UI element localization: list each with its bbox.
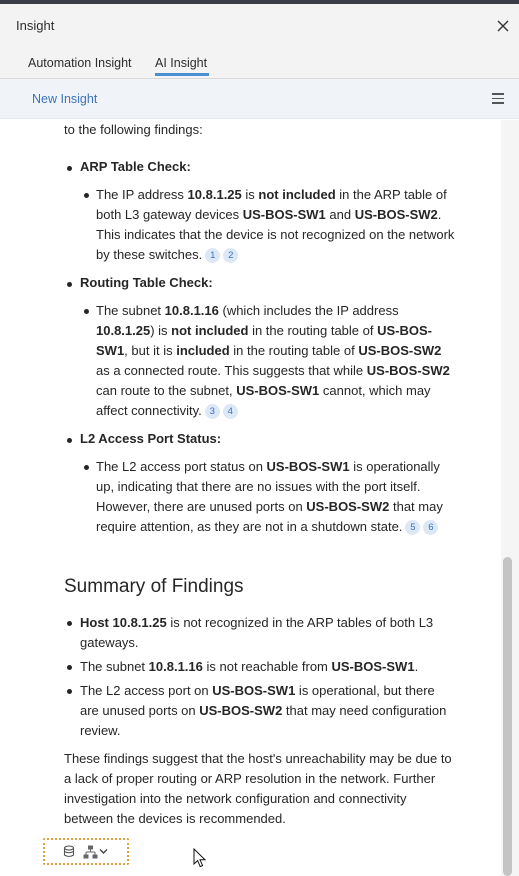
text-fragment: US-BOS-SW1	[212, 683, 296, 698]
insight-content: to the following findings: ARP Table Che…	[0, 120, 500, 876]
section-heading: ARP Table Check:	[80, 159, 191, 174]
text-fragment: (which includes the IP address	[218, 303, 399, 318]
text-fragment: US-BOS-SW2	[354, 207, 438, 222]
text-fragment: , but it is	[124, 343, 177, 358]
list-item: The L2 access port status on US-BOS-SW1 …	[96, 457, 456, 537]
text-fragment: not included	[171, 323, 249, 338]
hamburger-menu-icon[interactable]	[492, 93, 504, 104]
bullet-dot	[84, 465, 89, 470]
list-item: Host 10.8.1.25 is not recognized in the …	[80, 613, 455, 653]
bullet-dot	[67, 621, 72, 626]
text-fragment: The IP address	[96, 187, 188, 202]
text-fragment: included	[176, 343, 230, 358]
text-fragment: US-BOS-SW1	[242, 207, 326, 222]
text-fragment: as a connected route. This suggests that…	[96, 363, 367, 378]
text-fragment: Host 10.8.1.25	[80, 615, 167, 630]
text-fragment: US-BOS-SW1	[266, 459, 350, 474]
text-fragment: The subnet	[80, 659, 149, 674]
database-icon[interactable]	[63, 845, 75, 858]
text-fragment: ) is	[150, 323, 172, 338]
text-fragment: US-BOS-SW2	[358, 343, 442, 358]
tab-ai-insight[interactable]: AI Insight	[155, 56, 207, 70]
text-fragment: is	[241, 187, 259, 202]
text-fragment: The L2 access port on	[80, 683, 213, 698]
citation-ref[interactable]: 1	[205, 248, 221, 263]
citation-ref[interactable]: 6	[423, 520, 439, 535]
text-fragment: US-BOS-SW1	[331, 659, 415, 674]
section-heading: L2 Access Port Status:	[80, 431, 222, 446]
text-fragment: in the routing table of	[229, 343, 359, 358]
text-fragment: and	[325, 207, 355, 222]
panel-header: Insight	[0, 4, 519, 48]
list-item: The IP address 10.8.1.25 is not included…	[96, 185, 456, 265]
text-fragment: US-BOS-SW2	[199, 703, 283, 718]
section-heading: Routing Table Check:	[80, 275, 213, 290]
scrollbar-thumb[interactable]	[503, 557, 512, 876]
mouse-cursor-icon	[193, 848, 207, 868]
bullet-dot	[67, 166, 72, 171]
list-item: The subnet 10.8.1.16 is not reachable fr…	[80, 657, 455, 677]
active-tab-indicator	[155, 73, 209, 76]
text-fragment: is not reachable from	[202, 659, 332, 674]
text-fragment: 10.8.1.16	[148, 659, 203, 674]
list-item: The L2 access port on US-BOS-SW1 is oper…	[80, 681, 455, 741]
text-fragment: US-BOS-SW2	[366, 363, 450, 378]
new-insight-link[interactable]: New Insight	[32, 92, 97, 106]
text-fragment: 10.8.1.25	[96, 323, 151, 338]
bullet-dot	[84, 309, 89, 314]
text-fragment: in the routing table of	[248, 323, 378, 338]
panel-title: Insight	[16, 18, 55, 33]
insight-action-toolbar	[43, 838, 129, 865]
text-fragment: not included	[258, 187, 336, 202]
text-fragment: 10.8.1.25	[187, 187, 242, 202]
text-fragment: US-BOS-SW2	[306, 499, 390, 514]
insight-subheader: New Insight	[0, 79, 519, 119]
citation-ref[interactable]: 3	[204, 404, 220, 419]
summary-heading: Summary of Findings	[64, 576, 244, 597]
bullet-dot	[67, 665, 72, 670]
chevron-down-icon[interactable]	[99, 848, 108, 855]
list-item: The subnet 10.8.1.16 (which includes the…	[96, 301, 456, 421]
topology-icon[interactable]	[83, 845, 98, 859]
text-fragment: US-BOS-SW1	[236, 383, 320, 398]
bullet-dot	[67, 282, 72, 287]
text-fragment: 10.8.1.16	[164, 303, 219, 318]
citation-ref[interactable]: 4	[222, 404, 238, 419]
conclusion-text: These findings suggest that the host's u…	[64, 751, 452, 826]
text-fragment: The subnet	[96, 303, 165, 318]
close-icon[interactable]	[495, 18, 511, 34]
tab-bar: Automation Insight AI Insight	[0, 48, 519, 79]
text-fragment: .	[414, 659, 419, 674]
text-fragment: The L2 access port status on	[96, 459, 267, 474]
citation-ref[interactable]: 2	[223, 248, 239, 263]
bullet-dot	[67, 438, 72, 443]
tab-automation-insight[interactable]: Automation Insight	[28, 56, 132, 70]
bullet-dot	[67, 689, 72, 694]
intro-text: to the following findings:	[64, 122, 203, 137]
text-fragment: can route to the subnet,	[96, 383, 237, 398]
citation-ref[interactable]: 5	[405, 520, 421, 535]
bullet-dot	[84, 193, 89, 198]
